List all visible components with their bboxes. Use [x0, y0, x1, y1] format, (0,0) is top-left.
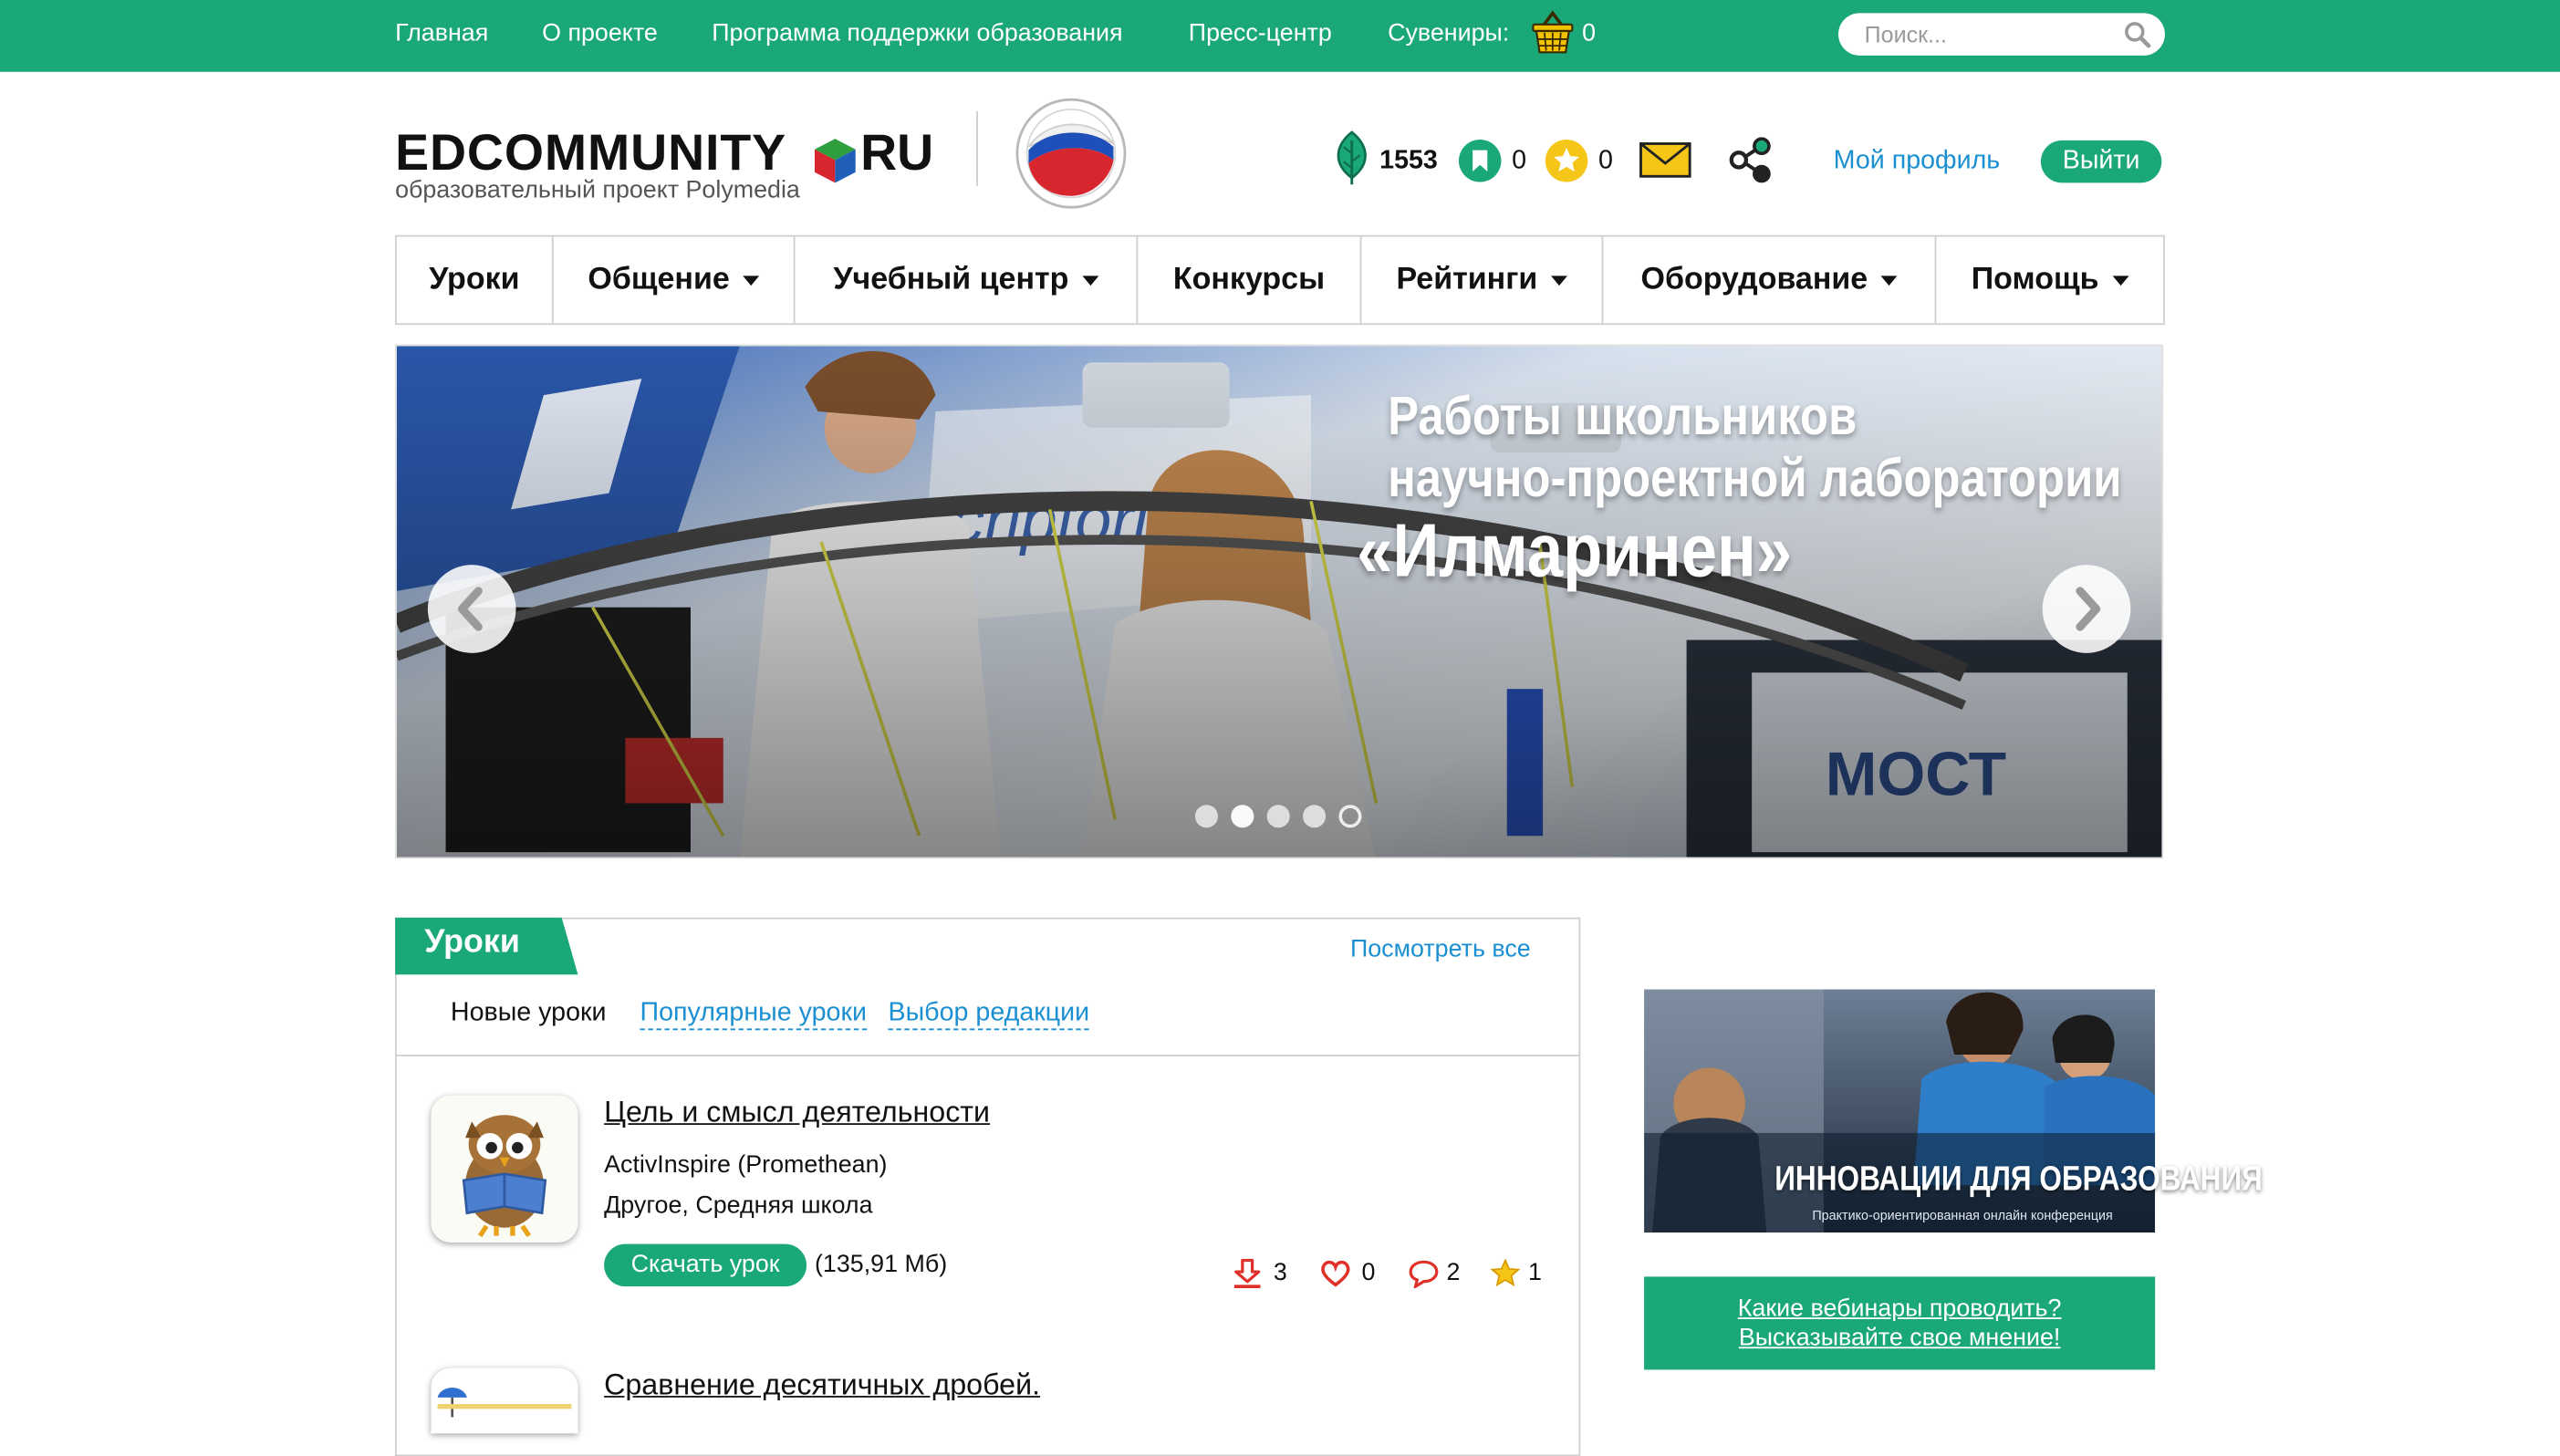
nav-item-lessons[interactable]: Уроки — [397, 236, 554, 324]
leaves-count: 1553 — [1379, 147, 1438, 175]
heart-icon[interactable] — [1321, 1259, 1350, 1288]
webinar-survey-link-line-2[interactable]: Высказывайте свое мнение! — [1644, 1324, 2155, 1351]
lesson-title-link[interactable]: Цель и смысл деятельности — [604, 1096, 990, 1130]
chevron-down-icon — [2111, 276, 2128, 286]
panel-divider — [395, 1055, 1581, 1056]
tab-new-lessons[interactable]: Новые уроки — [451, 999, 607, 1028]
chevron-left-icon — [457, 587, 483, 631]
bookmark-icon[interactable] — [1458, 139, 1502, 182]
my-profile-link[interactable]: Мой профиль — [1834, 147, 2001, 176]
star-icon[interactable] — [1545, 139, 1588, 182]
lesson-category: Другое, Средняя школа — [604, 1191, 873, 1220]
chevron-down-icon — [1550, 276, 1567, 286]
chevron-down-icon — [743, 276, 759, 286]
chevron-right-icon — [2076, 587, 2101, 631]
search-box — [1838, 13, 2165, 56]
slider-dot[interactable] — [1194, 805, 1218, 828]
topnav-education-program-link[interactable]: Программа поддержки образования — [712, 19, 1122, 47]
search-icon[interactable] — [2122, 19, 2151, 48]
topnav-press-center-link[interactable]: Пресс-центр — [1189, 19, 1332, 47]
slider-prev-button[interactable] — [427, 565, 516, 653]
slider-dots — [1194, 805, 1375, 831]
downloads-count: 3 — [1273, 1258, 1287, 1287]
lessons-panel-title: Уроки — [424, 923, 520, 961]
nav-item-label: Общение — [588, 263, 730, 297]
lesson-thumbnail[interactable] — [431, 1368, 578, 1434]
owl-reading-icon — [431, 1095, 578, 1243]
likes-count: 0 — [1361, 1258, 1376, 1287]
share-icon[interactable] — [1727, 137, 1773, 183]
leaf-icon — [1337, 130, 1367, 185]
site-logo-text[interactable]: EDCOMMUNITY — [395, 124, 786, 182]
tab-editors-choice[interactable]: Выбор редакции — [888, 999, 1090, 1031]
umbrella-icon — [431, 1368, 578, 1434]
basket-icon[interactable] — [1532, 10, 1575, 56]
lesson-file-size: (135,91 Мб) — [814, 1250, 948, 1279]
topnav-about-link[interactable]: О проекте — [542, 19, 658, 47]
bookmarks-count: 0 — [1512, 147, 1527, 175]
nav-item-contests[interactable]: Конкурсы — [1138, 236, 1362, 324]
stars-count: 0 — [1597, 147, 1613, 175]
header-divider — [976, 110, 978, 187]
site-logo-subtitle: образовательный проект Polymedia — [395, 176, 800, 204]
nav-item-help[interactable]: Помощь — [1936, 236, 2163, 323]
slider-dot-active[interactable] — [1231, 805, 1254, 828]
nav-item-ratings[interactable]: Рейтинги — [1361, 236, 1604, 324]
rating-count: 1 — [1528, 1258, 1542, 1287]
topnav-souvenirs-link[interactable]: Сувениры: — [1388, 19, 1509, 47]
site-logo-suffix[interactable]: RU — [860, 124, 933, 182]
rating-star-icon — [1490, 1258, 1521, 1287]
slider-dot[interactable] — [1303, 805, 1327, 828]
nav-item-label: Рейтинги — [1396, 263, 1538, 297]
comments-count: 2 — [1446, 1258, 1461, 1287]
view-all-link[interactable]: Посмотреть все — [1350, 935, 1531, 962]
nav-item-learning-center[interactable]: Учебный центр — [796, 236, 1139, 324]
banner-heading-line-1: Работы школьников — [1388, 385, 1858, 446]
banner-heading-line-3: «Илмаринен» — [1357, 507, 1793, 593]
main-nav: Уроки Общение Учебный центр Конкурсы Рей… — [395, 234, 2165, 326]
nav-item-label: Учебный центр — [833, 263, 1069, 297]
nav-item-label: Оборудование — [1640, 263, 1868, 297]
topnav-home-link[interactable]: Главная — [395, 19, 488, 47]
banner-heading-line-2: научно-проектной лаборатории — [1388, 447, 2122, 508]
download-lesson-button[interactable]: Скачать урок — [604, 1243, 807, 1287]
webinar-survey-link-line-1[interactable]: Какие вебинары проводить? — [1644, 1295, 2155, 1322]
nav-item-label: Конкурсы — [1172, 263, 1326, 297]
logout-button[interactable]: Выйти — [2040, 140, 2162, 183]
nav-item-communication[interactable]: Общение — [554, 236, 796, 324]
chevron-down-icon — [1081, 276, 1098, 286]
slider-dot[interactable] — [1266, 805, 1290, 828]
slider-dot[interactable] — [1338, 805, 1362, 828]
social-projects-emblem-icon[interactable] — [1015, 98, 1127, 209]
slider-next-button[interactable] — [2042, 565, 2131, 653]
tab-popular-lessons[interactable]: Популярные уроки — [640, 999, 867, 1031]
lesson-title-link[interactable]: Сравнение десятичных дробей. — [604, 1368, 1040, 1403]
nav-item-label: Помощь — [1971, 263, 2099, 297]
ad-subtitle: Практико-ориентированная онлайн конферен… — [1812, 1208, 2113, 1223]
ad-title: ИННОВАЦИИ ДЛЯ ОБРАЗОВАНИЯ — [1774, 1160, 2263, 1199]
nav-item-label: Уроки — [429, 263, 520, 297]
lesson-software: ActivInspire (Promethean) — [604, 1150, 888, 1180]
download-icon — [1233, 1258, 1261, 1288]
mail-icon[interactable] — [1639, 142, 1691, 178]
logo-cube-icon — [814, 139, 856, 183]
lesson-thumbnail[interactable] — [431, 1095, 578, 1243]
banner-photo: criptori МОСТ — [396, 346, 2162, 858]
basket-count: 0 — [1582, 19, 1596, 47]
comment-icon[interactable] — [1409, 1259, 1439, 1288]
search-input[interactable] — [1864, 19, 2110, 49]
chevron-down-icon — [1880, 276, 1898, 286]
nav-item-equipment[interactable]: Оборудование — [1603, 236, 1937, 324]
hero-slider[interactable]: criptori МОСТ Работы школьников научно-п… — [395, 344, 2164, 859]
